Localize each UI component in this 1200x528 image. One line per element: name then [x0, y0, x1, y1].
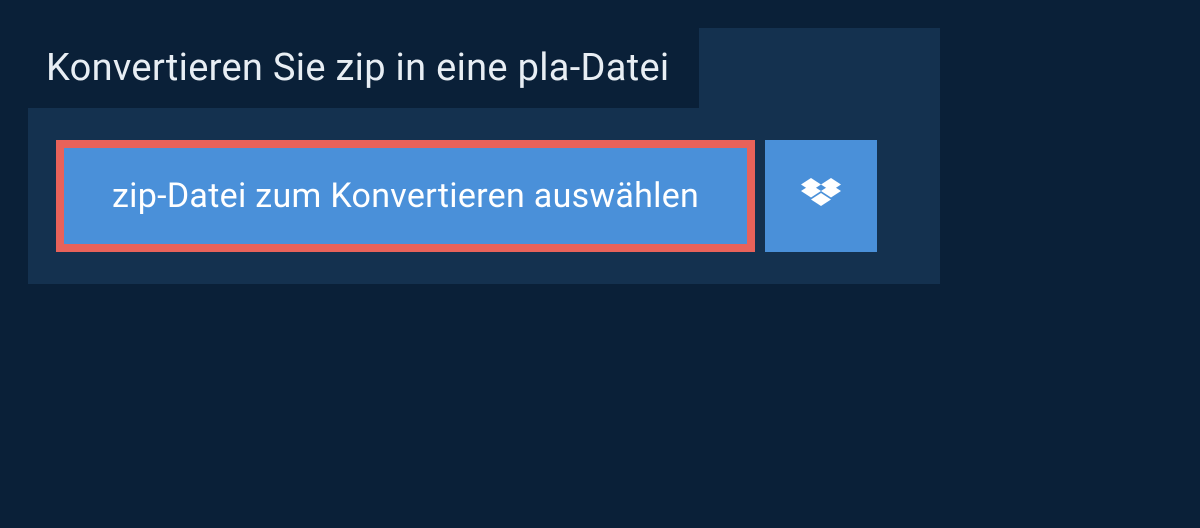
page-title: Konvertieren Sie zip in eine pla-Datei: [46, 46, 669, 90]
select-file-button[interactable]: zip-Datei zum Konvertieren auswählen: [56, 140, 755, 252]
select-file-button-label: zip-Datei zum Konvertieren auswählen: [112, 176, 699, 216]
button-row: zip-Datei zum Konvertieren auswählen: [28, 108, 940, 284]
dropbox-icon: [801, 178, 841, 214]
converter-panel: Konvertieren Sie zip in eine pla-Datei z…: [28, 28, 940, 284]
heading-bar: Konvertieren Sie zip in eine pla-Datei: [28, 28, 699, 108]
dropbox-button[interactable]: [765, 140, 877, 252]
